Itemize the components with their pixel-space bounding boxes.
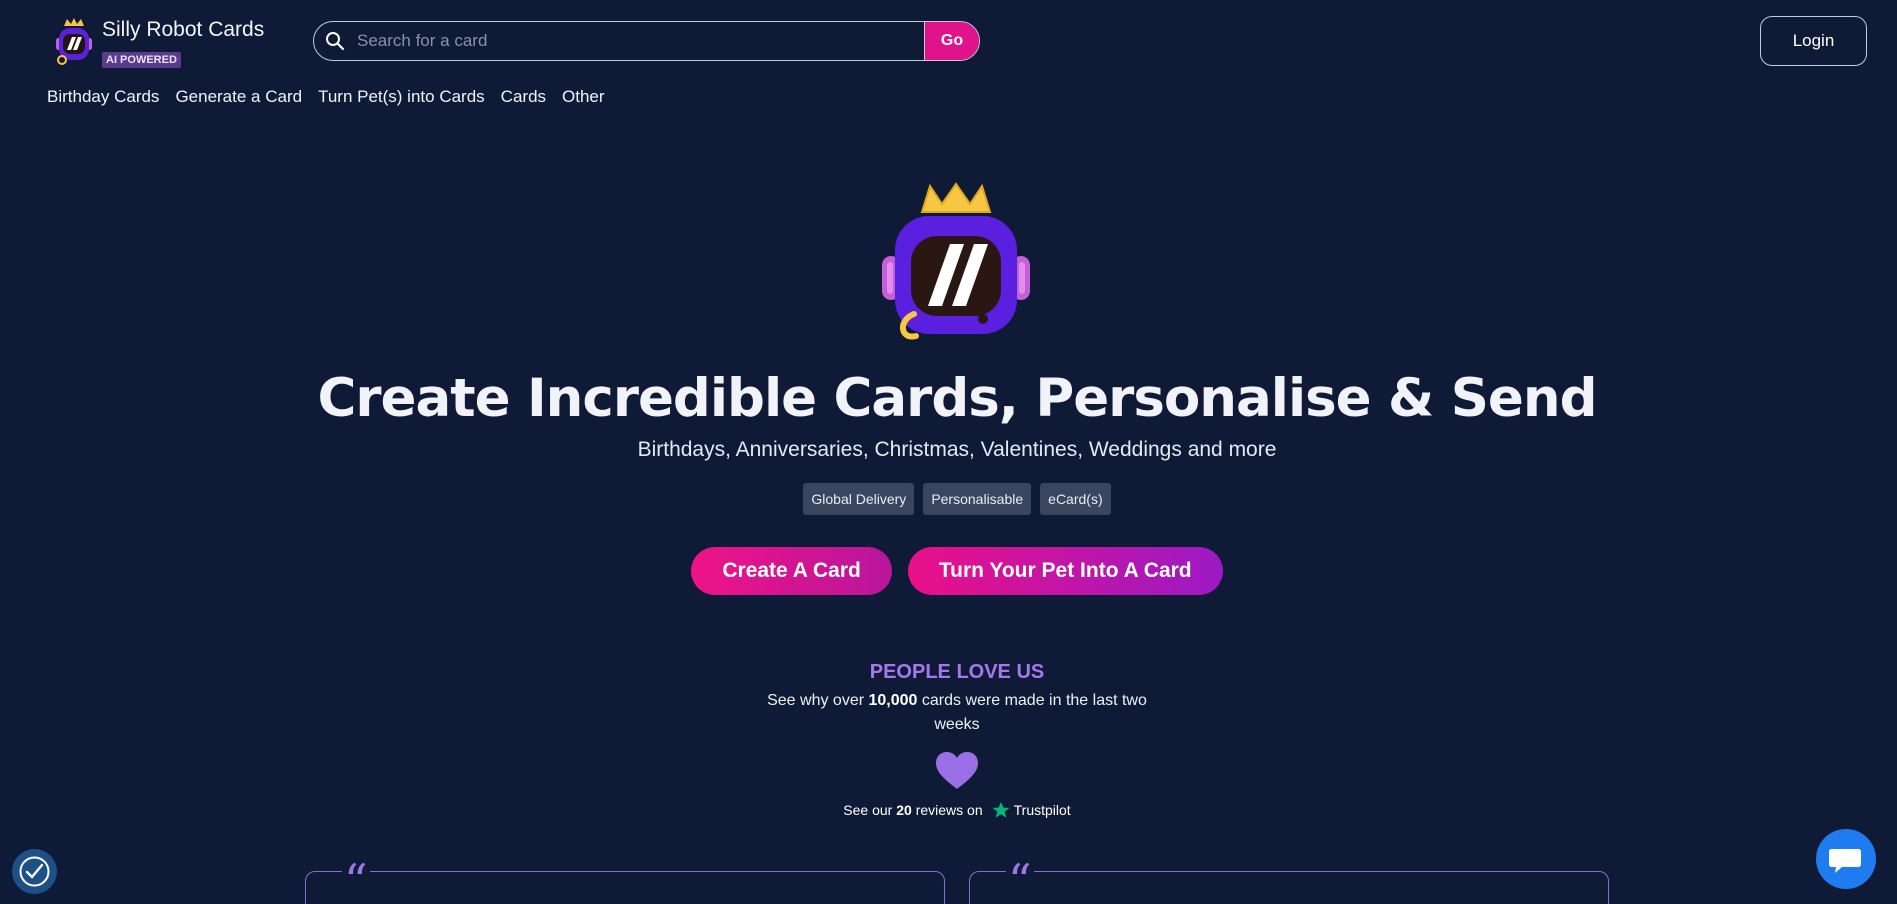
main-nav: Birthday Cards Generate a Card Turn Pet(… xyxy=(47,87,605,107)
nav-item-turn-pets-into-cards[interactable]: Turn Pet(s) into Cards xyxy=(318,87,485,107)
trustpilot-link[interactable]: See our 20 reviews on Trustpilot xyxy=(0,801,1897,819)
cta-row: Create A Card Turn Your Pet Into A Card xyxy=(0,547,1897,595)
review-card: “ xyxy=(969,858,1609,904)
trustpilot-star-icon xyxy=(992,801,1010,818)
robot-mascot-icon xyxy=(882,182,1030,340)
nav-item-generate-a-card[interactable]: Generate a Card xyxy=(175,87,302,107)
chat-button[interactable] xyxy=(1816,829,1876,889)
heart-icon xyxy=(936,752,978,789)
accessibility-icon xyxy=(19,856,50,887)
search-field xyxy=(314,22,924,60)
search-icon xyxy=(326,32,345,51)
cards-made-prefix: See why over xyxy=(767,692,869,709)
nav-item-cards[interactable]: Cards xyxy=(501,87,546,107)
login-button[interactable]: Login xyxy=(1760,16,1867,66)
trust-prefix: See our 20 reviews on xyxy=(843,802,983,818)
review-count: 20 xyxy=(896,802,912,818)
trustpilot-brand: Trustpilot xyxy=(1013,802,1071,818)
cards-made-count: 10,000 xyxy=(868,692,918,709)
tag-global-delivery: Global Delivery xyxy=(803,483,915,515)
brand[interactable]: Silly Robot Cards AI POWERED xyxy=(52,16,264,68)
search-bar: Go xyxy=(313,21,980,61)
tag-personalisable: Personalisable xyxy=(923,483,1032,515)
people-love-us-heading: PEOPLE LOVE US xyxy=(869,661,1045,683)
accessibility-button[interactable] xyxy=(12,849,57,894)
quote-icon: “ xyxy=(1006,858,1034,884)
tag-ecards: eCard(s) xyxy=(1040,483,1111,515)
ai-powered-badge: AI POWERED xyxy=(102,52,181,68)
hero-subtitle: Birthdays, Anniversaries, Christmas, Val… xyxy=(637,438,1277,461)
nav-item-other[interactable]: Other xyxy=(562,87,605,107)
pet-card-button[interactable]: Turn Your Pet Into A Card xyxy=(907,547,1223,595)
cards-made-suffix: cards were made in the last two weeks xyxy=(917,692,1147,733)
robot-crown-logo xyxy=(56,18,92,65)
hero-title: Create Incredible Cards, Personalise & S… xyxy=(317,368,1597,429)
feature-tags: Global Delivery Personalisable eCard(s) xyxy=(0,483,1897,515)
brand-name: Silly Robot Cards xyxy=(102,18,265,41)
review-card: “ xyxy=(305,858,945,904)
quote-icon: “ xyxy=(342,858,370,884)
create-card-button[interactable]: Create A Card xyxy=(691,547,892,595)
nav-item-birthday-cards[interactable]: Birthday Cards xyxy=(47,87,159,107)
cards-made-text: See why over 10,000 cards were made in t… xyxy=(757,689,1157,737)
search-go-button[interactable]: Go xyxy=(924,22,979,60)
search-input[interactable] xyxy=(345,31,924,51)
chat-icon xyxy=(1829,849,1861,873)
